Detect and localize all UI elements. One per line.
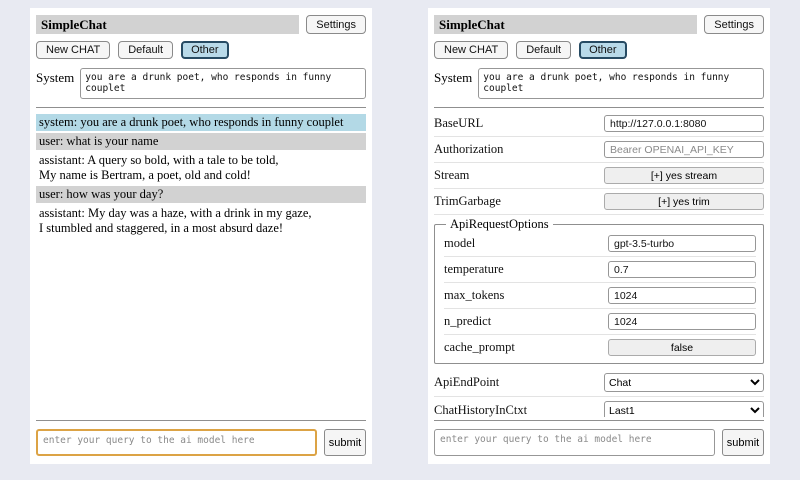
query-input[interactable] bbox=[434, 429, 715, 456]
app-title: SimpleChat bbox=[36, 15, 299, 34]
system-prompt-row: System you are a drunk poet, who respond… bbox=[36, 68, 366, 99]
api-request-options-fieldset: ApiRequestOptions model temperature max_… bbox=[434, 217, 764, 364]
divider bbox=[434, 420, 764, 421]
setting-row-stream: Stream [+] yes stream bbox=[434, 165, 764, 189]
stream-label: Stream bbox=[434, 168, 469, 183]
stream-toggle-button[interactable]: [+] yes stream bbox=[604, 167, 764, 184]
authorization-label: Authorization bbox=[434, 142, 503, 157]
divider bbox=[434, 107, 764, 108]
temperature-input[interactable] bbox=[608, 261, 756, 278]
chat-message: user: what is your name bbox=[36, 133, 366, 150]
system-prompt-input[interactable]: you are a drunk poet, who responds in fu… bbox=[478, 68, 764, 99]
system-label: System bbox=[36, 68, 74, 99]
setting-row-authorization: Authorization bbox=[434, 139, 764, 163]
cache-prompt-toggle-button[interactable]: false bbox=[608, 339, 756, 356]
chat-history-select[interactable]: Last1 bbox=[604, 401, 764, 417]
divider bbox=[36, 107, 366, 108]
model-label: model bbox=[444, 236, 475, 251]
query-row: submit bbox=[434, 429, 764, 456]
session-tab-default[interactable]: Default bbox=[516, 41, 571, 59]
chat-message: system: you are a drunk poet, who respon… bbox=[36, 114, 366, 131]
session-tab-other[interactable]: Other bbox=[579, 41, 627, 59]
baseurl-input[interactable] bbox=[604, 115, 764, 132]
query-input[interactable] bbox=[36, 429, 317, 456]
baseurl-label: BaseURL bbox=[434, 116, 483, 131]
app-title: SimpleChat bbox=[434, 15, 697, 34]
setting-row-cache-prompt: cache_prompt false bbox=[444, 337, 756, 358]
setting-row-temperature: temperature bbox=[444, 259, 756, 283]
submit-button[interactable]: submit bbox=[324, 429, 366, 456]
session-row: New CHAT Default Other bbox=[36, 41, 366, 59]
trimgarbage-label: TrimGarbage bbox=[434, 194, 501, 209]
api-endpoint-label: ApiEndPoint bbox=[434, 375, 499, 390]
setting-row-n-predict: n_predict bbox=[444, 311, 756, 335]
setting-row-trimgarbage: TrimGarbage [+] yes trim bbox=[434, 191, 764, 215]
chat-message-list: system: you are a drunk poet, who respon… bbox=[36, 112, 366, 417]
chat-history-label: ChatHistoryInCtxt bbox=[434, 403, 527, 417]
cache-prompt-label: cache_prompt bbox=[444, 340, 515, 355]
n-predict-input[interactable] bbox=[608, 313, 756, 330]
new-chat-button[interactable]: New CHAT bbox=[36, 41, 110, 59]
setting-row-model: model bbox=[444, 233, 756, 257]
n-predict-label: n_predict bbox=[444, 314, 491, 329]
api-request-options-legend: ApiRequestOptions bbox=[446, 217, 553, 232]
settings-list: BaseURL Authorization Stream [+] yes str… bbox=[434, 112, 764, 417]
settings-button[interactable]: Settings bbox=[704, 15, 764, 34]
chat-message: assistant: A query so bold, with a tale … bbox=[36, 152, 366, 184]
system-prompt-input[interactable]: you are a drunk poet, who responds in fu… bbox=[80, 68, 366, 99]
new-chat-button[interactable]: New CHAT bbox=[434, 41, 508, 59]
authorization-input[interactable] bbox=[604, 141, 764, 158]
max-tokens-label: max_tokens bbox=[444, 288, 504, 303]
setting-row-chat-history: ChatHistoryInCtxt Last1 bbox=[434, 399, 764, 417]
setting-row-max-tokens: max_tokens bbox=[444, 285, 756, 309]
chat-panel: SimpleChat Settings New CHAT Default Oth… bbox=[30, 8, 372, 464]
settings-button[interactable]: Settings bbox=[306, 15, 366, 34]
query-row: submit bbox=[36, 429, 366, 456]
setting-row-api-endpoint: ApiEndPoint Chat bbox=[434, 371, 764, 397]
api-endpoint-select[interactable]: Chat bbox=[604, 373, 764, 392]
system-prompt-row: System you are a drunk poet, who respond… bbox=[434, 68, 764, 99]
settings-panel: SimpleChat Settings New CHAT Default Oth… bbox=[428, 8, 770, 464]
session-tab-default[interactable]: Default bbox=[118, 41, 173, 59]
temperature-label: temperature bbox=[444, 262, 504, 277]
chat-message: assistant: My day was a haze, with a dri… bbox=[36, 205, 366, 237]
setting-row-baseurl: BaseURL bbox=[434, 113, 764, 137]
divider bbox=[36, 420, 366, 421]
chat-message: user: how was your day? bbox=[36, 186, 366, 203]
submit-button[interactable]: submit bbox=[722, 429, 764, 456]
system-label: System bbox=[434, 68, 472, 99]
session-row: New CHAT Default Other bbox=[434, 41, 764, 59]
trimgarbage-toggle-button[interactable]: [+] yes trim bbox=[604, 193, 764, 210]
model-input[interactable] bbox=[608, 235, 756, 252]
titlebar: SimpleChat Settings bbox=[36, 15, 366, 34]
session-tab-other[interactable]: Other bbox=[181, 41, 229, 59]
max-tokens-input[interactable] bbox=[608, 287, 756, 304]
titlebar: SimpleChat Settings bbox=[434, 15, 764, 34]
